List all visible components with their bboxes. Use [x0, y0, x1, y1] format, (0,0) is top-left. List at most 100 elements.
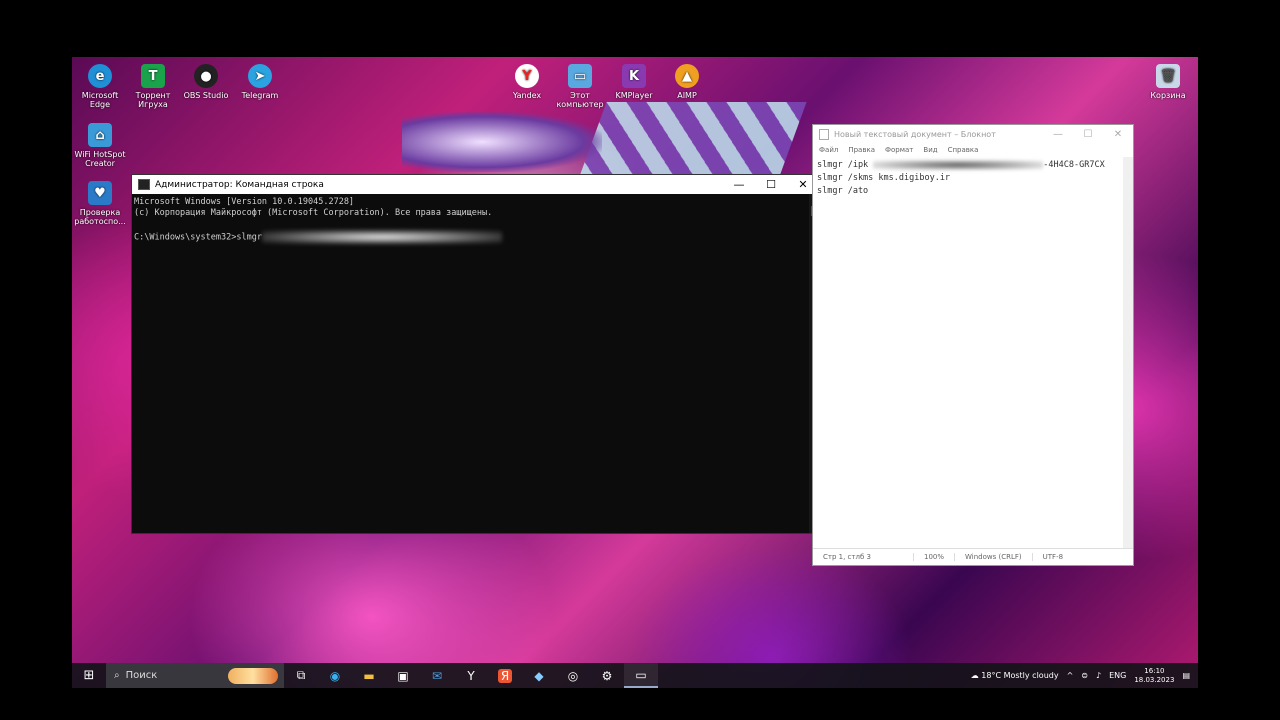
- taskbar-mail[interactable]: ✉: [420, 663, 454, 688]
- desktop-icon-recycle-bin[interactable]: 🗑 Корзина: [1140, 64, 1196, 100]
- taskbar-yandex[interactable]: Y: [454, 663, 488, 688]
- desktop-icon-label: Торрент Игруха: [135, 91, 171, 109]
- desktop-icon-yandex[interactable]: Y Yandex: [499, 64, 555, 100]
- menu-edit[interactable]: Правка: [848, 146, 875, 154]
- volume-icon[interactable]: ♪: [1096, 671, 1101, 680]
- menu-view[interactable]: Вид: [923, 146, 937, 154]
- cmd-window[interactable]: Администратор: Командная строка — ☐ ✕ Mi…: [131, 174, 820, 534]
- desktop-screen: e Microsoft Edge T Торрент Игруха ● OBS …: [72, 57, 1198, 688]
- mail-icon: ✉: [431, 668, 443, 683]
- telegram-icon: ➤: [248, 64, 272, 88]
- cloud-icon: ☁: [970, 671, 979, 680]
- menu-format[interactable]: Формат: [885, 146, 913, 154]
- cmd-line-version: Microsoft Windows [Version 10.0.19045.27…: [134, 197, 355, 207]
- recycle-bin-icon: 🗑: [1156, 64, 1180, 88]
- status-zoom: 100%: [913, 553, 954, 561]
- notepad-app-icon: [819, 128, 829, 140]
- notepad-scrollbar[interactable]: [1123, 157, 1133, 549]
- task-view-button[interactable]: ⧉: [284, 663, 318, 688]
- notepad-menubar: Файл Правка Формат Вид Справка: [813, 143, 1133, 157]
- windows-logo-icon: ⊞: [83, 668, 95, 683]
- edge-icon: ◉: [329, 668, 341, 683]
- desktop-icon-computer[interactable]: ▭ Этот компьютер: [552, 64, 608, 109]
- desktop-icon-label: WiFi HotSpot Creator: [74, 150, 126, 168]
- desktop-icon-wifi-hotspot[interactable]: ⌂ WiFi HotSpot Creator: [72, 123, 128, 168]
- yandex-browser-icon: Я: [497, 668, 513, 683]
- taskbar-edge[interactable]: ◉: [318, 663, 352, 688]
- cmd-title: Администратор: Командная строка: [155, 179, 324, 190]
- store-icon: ▣: [397, 668, 409, 683]
- wallpaper-checkered-shape: [577, 102, 807, 182]
- start-button[interactable]: ⊞: [72, 668, 106, 683]
- desktop-icon-kmplayer[interactable]: K KMPlayer: [606, 64, 662, 100]
- clock[interactable]: 16:10 18.03.2023: [1134, 667, 1174, 685]
- notepad-titlebar[interactable]: Новый текстовый документ – Блокнот — ☐ ✕: [813, 125, 1133, 143]
- taskbar-explorer[interactable]: ▬: [352, 663, 386, 688]
- desktop-icon-aimp[interactable]: ▲ AIMP: [659, 64, 715, 100]
- maximize-button[interactable]: ☐: [1073, 129, 1103, 140]
- cmd-console-output[interactable]: Microsoft Windows [Version 10.0.19045.27…: [132, 194, 819, 247]
- desktop-icon-label: Проверка работоспо...: [74, 208, 126, 226]
- search-label: Поиск: [125, 670, 158, 681]
- cmd-prompt: C:\Windows\system32>slmgr: [134, 232, 262, 243]
- health-check-icon: ♥: [88, 181, 112, 205]
- notepad-title: Новый текстовый документ – Блокнот: [834, 129, 996, 139]
- taskbar-store[interactable]: ▣: [386, 663, 420, 688]
- folder-icon: ▬: [363, 668, 375, 683]
- search-box[interactable]: ⌕ Поиск: [106, 663, 284, 688]
- menu-file[interactable]: Файл: [819, 146, 838, 154]
- search-icon: ⌕: [114, 670, 120, 681]
- cmd-line-copyright: (c) Корпорация Майкрософт (Microsoft Cor…: [134, 208, 493, 218]
- weather-text: 18°C Mostly cloudy: [981, 671, 1059, 680]
- wallpaper-figure-shape: [402, 112, 602, 172]
- aimp-icon: ▲: [675, 64, 699, 88]
- desktop-icon-telegram[interactable]: ➤ Telegram: [232, 64, 288, 100]
- redacted-blur: [873, 159, 1044, 170]
- status-position: Стр 1, стлб 3: [823, 553, 871, 561]
- cmd-titlebar[interactable]: Администратор: Командная строка — ☐ ✕: [132, 175, 819, 194]
- notepad-text-area[interactable]: slmgr /ipk -4H4C8-GR7CX slmgr /skms kms.d…: [813, 157, 1133, 531]
- taskbar-yandex-browser[interactable]: Я: [488, 663, 522, 688]
- cmd-prompt-line: C:\Windows\system32>slmgr: [134, 230, 817, 244]
- minimize-button[interactable]: —: [1043, 129, 1073, 140]
- desktop-icon-edge[interactable]: e Microsoft Edge: [72, 64, 128, 109]
- desktop-icon-torrent[interactable]: T Торрент Игруха: [125, 64, 181, 109]
- desktop-icon-label: KMPlayer: [615, 91, 653, 100]
- language-indicator[interactable]: ENG: [1109, 671, 1126, 680]
- yandex-icon: Y: [467, 668, 475, 683]
- obs-icon: ●: [194, 64, 218, 88]
- notepad-line-1-prefix: slmgr /ipk: [817, 160, 874, 170]
- desktop-icon-label: Telegram: [241, 91, 279, 100]
- taskbar-app[interactable]: ◆: [522, 663, 556, 688]
- desktop-icon-label: Корзина: [1150, 91, 1186, 100]
- taskbar-obs[interactable]: ◎: [556, 663, 590, 688]
- weather-widget[interactable]: ☁ 18°C Mostly cloudy: [971, 671, 1059, 680]
- maximize-button[interactable]: ☐: [755, 178, 787, 191]
- menu-help[interactable]: Справка: [948, 146, 979, 154]
- desktop-icon-obs[interactable]: ● OBS Studio: [178, 64, 234, 100]
- notifications-icon[interactable]: ▤: [1182, 671, 1190, 680]
- taskbar-settings[interactable]: ⚙: [590, 663, 624, 688]
- chevron-up-icon[interactable]: ^: [1067, 671, 1074, 680]
- notepad-line-3: slmgr /ato: [817, 186, 869, 196]
- yandex-icon: Y: [515, 64, 539, 88]
- notepad-statusbar: Стр 1, стлб 3 100% Windows (CRLF) UTF-8: [813, 548, 1133, 565]
- notepad-window[interactable]: Новый текстовый документ – Блокнот — ☐ ✕…: [812, 124, 1134, 566]
- clock-date: 18.03.2023: [1134, 675, 1175, 684]
- obs-icon: ◎: [567, 668, 579, 683]
- taskbar-cmd[interactable]: ▭: [624, 663, 658, 688]
- clock-time: 16:10: [1144, 666, 1165, 675]
- system-tray: ☁ 18°C Mostly cloudy ^ ⊜ ♪ ENG 16:10 18.…: [971, 667, 1198, 685]
- taskbar: ⊞ ⌕ Поиск ⧉ ◉ ▬ ▣ ✉ Y Я ◆ ◎ ⚙ ▭ ☁ 18°C M…: [72, 663, 1198, 688]
- desktop-icon-label: AIMP: [677, 91, 697, 100]
- kmplayer-icon: K: [622, 64, 646, 88]
- desktop-icon-label: Этот компьютер: [556, 91, 604, 109]
- status-eol: Windows (CRLF): [954, 553, 1032, 561]
- minimize-button[interactable]: —: [723, 178, 755, 191]
- desktop-icon-health-check[interactable]: ♥ Проверка работоспо...: [72, 181, 128, 226]
- computer-icon: ▭: [568, 64, 592, 88]
- close-button[interactable]: ✕: [1103, 129, 1133, 140]
- network-icon[interactable]: ⊜: [1081, 671, 1088, 680]
- notepad-line-2: slmgr /skms kms.digiboy.ir: [817, 173, 951, 183]
- search-highlight-icon: [228, 668, 278, 684]
